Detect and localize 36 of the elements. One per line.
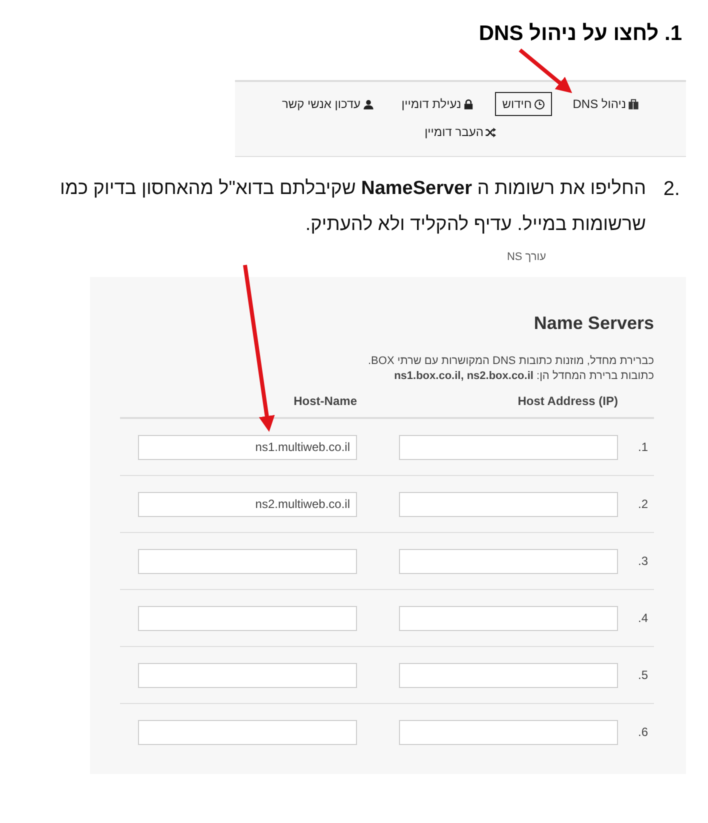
clock-icon (534, 98, 545, 110)
input-field[interactable] (399, 606, 618, 630)
input-field[interactable]: ns2.multiweb.co.il (138, 492, 357, 516)
step-heading: 1. לחצו על ניהול DNS (478, 22, 682, 47)
breadcrumb: עורך NS (506, 251, 547, 265)
input-field[interactable] (399, 662, 618, 688)
input-field[interactable] (399, 434, 618, 460)
shuffle-icon (485, 126, 496, 138)
row-number: 6. (636, 725, 649, 739)
menu-link[interactable]: העבר דומיין (418, 120, 504, 144)
input-field[interactable] (138, 606, 357, 630)
step-number: 2. (662, 177, 680, 202)
menu-link[interactable]: חידוש (495, 92, 552, 116)
input-field[interactable]: ns1.multiweb.co.il (138, 434, 357, 460)
annotation-arrow (518, 48, 572, 94)
row-number: 3. (636, 554, 649, 568)
input-field[interactable] (138, 720, 357, 744)
menu-link[interactable]: ניהול DNS (566, 92, 646, 116)
menu-link[interactable]: עדכון אנשי קשר (274, 92, 381, 116)
row-number: 2. (636, 497, 649, 511)
input-field[interactable] (138, 662, 357, 688)
column-header: Host Address (IP) (516, 394, 618, 408)
row-number: 5. (636, 668, 649, 682)
user-icon (362, 98, 374, 110)
input-field[interactable] (399, 548, 618, 574)
input-field[interactable] (399, 492, 618, 516)
lock-icon (463, 98, 474, 110)
menu-link[interactable]: נעילת דומיין (394, 92, 482, 116)
column-header: Host-Name (292, 394, 357, 408)
description-text: כברירת מחדל, מוזנות כתובות DNS המקושרות עם שרתי BOX. (366, 354, 654, 369)
input-field[interactable] (138, 548, 357, 574)
section-title: Name Servers (532, 312, 655, 334)
briefcase-icon (628, 98, 640, 110)
input-field[interactable] (399, 720, 618, 744)
row-number: 1. (636, 440, 649, 454)
row-number: 4. (636, 611, 649, 625)
